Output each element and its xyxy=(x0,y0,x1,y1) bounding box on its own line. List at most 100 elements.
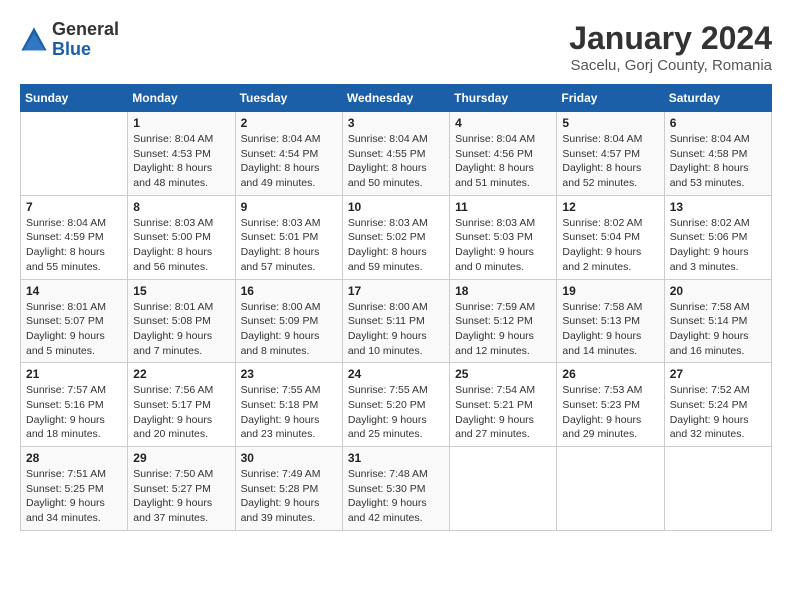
logo-text: General Blue xyxy=(52,20,119,60)
day-number: 8 xyxy=(133,200,229,214)
weekday-header-monday: Monday xyxy=(128,85,235,112)
calendar-cell: 8 Sunrise: 8:03 AM Sunset: 5:00 PM Daylig… xyxy=(128,195,235,279)
day-info: Sunrise: 8:04 AM Sunset: 4:59 PM Dayligh… xyxy=(26,216,122,275)
day-info: Sunrise: 8:04 AM Sunset: 4:57 PM Dayligh… xyxy=(562,132,658,191)
calendar-cell: 30Sunrise: 7:49 AM Sunset: 5:28 PM Dayli… xyxy=(235,447,342,531)
weekday-header-tuesday: Tuesday xyxy=(235,85,342,112)
calendar-cell: 20 Sunrise: 7:58 AM Sunset: 5:14 PM Dayli… xyxy=(664,279,771,363)
day-number: 16 xyxy=(241,284,337,298)
calendar-cell: 4 Sunrise: 8:04 AM Sunset: 4:56 PM Daylig… xyxy=(450,112,557,196)
calendar-cell xyxy=(557,447,664,531)
day-number: 23 xyxy=(241,367,337,381)
day-number: 28 xyxy=(26,451,122,465)
day-info: Sunrise: 7:50 AM Sunset: 5:27 PM Dayligh… xyxy=(133,467,229,526)
day-number: 22 xyxy=(133,367,229,381)
day-info: Sunrise: 8:03 AM Sunset: 5:03 PM Dayligh… xyxy=(455,216,551,275)
day-info: Sunrise: 8:03 AM Sunset: 5:00 PM Dayligh… xyxy=(133,216,229,275)
weekday-header-wednesday: Wednesday xyxy=(342,85,449,112)
day-info: Sunrise: 7:54 AM Sunset: 5:21 PM Dayligh… xyxy=(455,383,551,442)
day-number: 17 xyxy=(348,284,444,298)
calendar-week-row: 28 Sunrise: 7:51 AM Sunset: 5:25 PM Dayli… xyxy=(21,447,772,531)
calendar-cell xyxy=(450,447,557,531)
title-block: January 2024 Sacelu, Gorj County, Romani… xyxy=(569,20,772,74)
day-number: 29 xyxy=(133,451,229,465)
day-number: 21 xyxy=(26,367,122,381)
day-info: Sunrise: 7:58 AM Sunset: 5:13 PM Dayligh… xyxy=(562,300,658,359)
calendar-cell: 15Sunrise: 8:01 AM Sunset: 5:08 PM Dayli… xyxy=(128,279,235,363)
day-info: Sunrise: 7:57 AM Sunset: 5:16 PM Dayligh… xyxy=(26,383,122,442)
calendar-cell: 9Sunrise: 8:03 AM Sunset: 5:01 PM Daylig… xyxy=(235,195,342,279)
day-number: 18 xyxy=(455,284,551,298)
day-number: 4 xyxy=(455,116,551,130)
calendar-cell: 2Sunrise: 8:04 AM Sunset: 4:54 PM Daylig… xyxy=(235,112,342,196)
calendar-cell: 21 Sunrise: 7:57 AM Sunset: 5:16 PM Dayli… xyxy=(21,363,128,447)
calendar-cell: 7 Sunrise: 8:04 AM Sunset: 4:59 PM Daylig… xyxy=(21,195,128,279)
calendar-week-row: 1Sunrise: 8:04 AM Sunset: 4:53 PM Daylig… xyxy=(21,112,772,196)
day-number: 25 xyxy=(455,367,551,381)
calendar-week-row: 21 Sunrise: 7:57 AM Sunset: 5:16 PM Dayli… xyxy=(21,363,772,447)
page-header: General Blue January 2024 Sacelu, Gorj C… xyxy=(20,20,772,74)
calendar-cell: 29 Sunrise: 7:50 AM Sunset: 5:27 PM Dayli… xyxy=(128,447,235,531)
logo: General Blue xyxy=(20,20,119,60)
logo-blue-text: Blue xyxy=(52,40,119,60)
day-info: Sunrise: 8:04 AM Sunset: 4:55 PM Dayligh… xyxy=(348,132,444,191)
weekday-header-saturday: Saturday xyxy=(664,85,771,112)
calendar-cell: 1Sunrise: 8:04 AM Sunset: 4:53 PM Daylig… xyxy=(128,112,235,196)
day-info: Sunrise: 8:02 AM Sunset: 5:06 PM Dayligh… xyxy=(670,216,766,275)
day-info: Sunrise: 8:01 AM Sunset: 5:07 PM Dayligh… xyxy=(26,300,122,359)
day-number: 5 xyxy=(562,116,658,130)
calendar-cell: 14Sunrise: 8:01 AM Sunset: 5:07 PM Dayli… xyxy=(21,279,128,363)
day-info: Sunrise: 7:59 AM Sunset: 5:12 PM Dayligh… xyxy=(455,300,551,359)
logo-icon xyxy=(20,26,48,54)
day-info: Sunrise: 8:00 AM Sunset: 5:09 PM Dayligh… xyxy=(241,300,337,359)
day-number: 11 xyxy=(455,200,551,214)
day-info: Sunrise: 7:55 AM Sunset: 5:18 PM Dayligh… xyxy=(241,383,337,442)
calendar-cell: 5 Sunrise: 8:04 AM Sunset: 4:57 PM Daylig… xyxy=(557,112,664,196)
day-info: Sunrise: 8:04 AM Sunset: 4:56 PM Dayligh… xyxy=(455,132,551,191)
logo-general-text: General xyxy=(52,20,119,40)
calendar-cell: 3Sunrise: 8:04 AM Sunset: 4:55 PM Daylig… xyxy=(342,112,449,196)
day-info: Sunrise: 7:55 AM Sunset: 5:20 PM Dayligh… xyxy=(348,383,444,442)
day-info: Sunrise: 8:03 AM Sunset: 5:02 PM Dayligh… xyxy=(348,216,444,275)
calendar-cell: 18 Sunrise: 7:59 AM Sunset: 5:12 PM Dayli… xyxy=(450,279,557,363)
calendar-cell: 25 Sunrise: 7:54 AM Sunset: 5:21 PM Dayli… xyxy=(450,363,557,447)
calendar-cell: 11 Sunrise: 8:03 AM Sunset: 5:03 PM Dayli… xyxy=(450,195,557,279)
day-info: Sunrise: 7:51 AM Sunset: 5:25 PM Dayligh… xyxy=(26,467,122,526)
calendar-week-row: 14Sunrise: 8:01 AM Sunset: 5:07 PM Dayli… xyxy=(21,279,772,363)
day-number: 7 xyxy=(26,200,122,214)
day-info: Sunrise: 8:04 AM Sunset: 4:58 PM Dayligh… xyxy=(670,132,766,191)
day-info: Sunrise: 8:03 AM Sunset: 5:01 PM Dayligh… xyxy=(241,216,337,275)
day-info: Sunrise: 8:02 AM Sunset: 5:04 PM Dayligh… xyxy=(562,216,658,275)
page-title: January 2024 xyxy=(569,20,772,57)
weekday-header-friday: Friday xyxy=(557,85,664,112)
calendar-table: SundayMondayTuesdayWednesdayThursdayFrid… xyxy=(20,84,772,531)
calendar-cell: 10 Sunrise: 8:03 AM Sunset: 5:02 PM Dayli… xyxy=(342,195,449,279)
day-number: 12 xyxy=(562,200,658,214)
day-number: 19 xyxy=(562,284,658,298)
calendar-cell: 28 Sunrise: 7:51 AM Sunset: 5:25 PM Dayli… xyxy=(21,447,128,531)
day-number: 2 xyxy=(241,116,337,130)
day-number: 30 xyxy=(241,451,337,465)
day-number: 27 xyxy=(670,367,766,381)
calendar-cell: 16 Sunrise: 8:00 AM Sunset: 5:09 PM Dayli… xyxy=(235,279,342,363)
day-number: 6 xyxy=(670,116,766,130)
page-subtitle: Sacelu, Gorj County, Romania xyxy=(569,57,772,74)
day-number: 1 xyxy=(133,116,229,130)
day-info: Sunrise: 7:53 AM Sunset: 5:23 PM Dayligh… xyxy=(562,383,658,442)
calendar-cell: 27Sunrise: 7:52 AM Sunset: 5:24 PM Dayli… xyxy=(664,363,771,447)
day-number: 10 xyxy=(348,200,444,214)
calendar-cell: 19 Sunrise: 7:58 AM Sunset: 5:13 PM Dayli… xyxy=(557,279,664,363)
calendar-cell xyxy=(21,112,128,196)
calendar-cell: 12 Sunrise: 8:02 AM Sunset: 5:04 PM Dayli… xyxy=(557,195,664,279)
weekday-header-row: SundayMondayTuesdayWednesdayThursdayFrid… xyxy=(21,85,772,112)
calendar-week-row: 7 Sunrise: 8:04 AM Sunset: 4:59 PM Daylig… xyxy=(21,195,772,279)
day-info: Sunrise: 7:58 AM Sunset: 5:14 PM Dayligh… xyxy=(670,300,766,359)
day-number: 24 xyxy=(348,367,444,381)
calendar-cell: 24 Sunrise: 7:55 AM Sunset: 5:20 PM Dayli… xyxy=(342,363,449,447)
calendar-cell: 31Sunrise: 7:48 AM Sunset: 5:30 PM Dayli… xyxy=(342,447,449,531)
calendar-cell: 23 Sunrise: 7:55 AM Sunset: 5:18 PM Dayli… xyxy=(235,363,342,447)
calendar-cell: 26Sunrise: 7:53 AM Sunset: 5:23 PM Dayli… xyxy=(557,363,664,447)
day-number: 13 xyxy=(670,200,766,214)
calendar-cell: 6 Sunrise: 8:04 AM Sunset: 4:58 PM Daylig… xyxy=(664,112,771,196)
day-number: 20 xyxy=(670,284,766,298)
